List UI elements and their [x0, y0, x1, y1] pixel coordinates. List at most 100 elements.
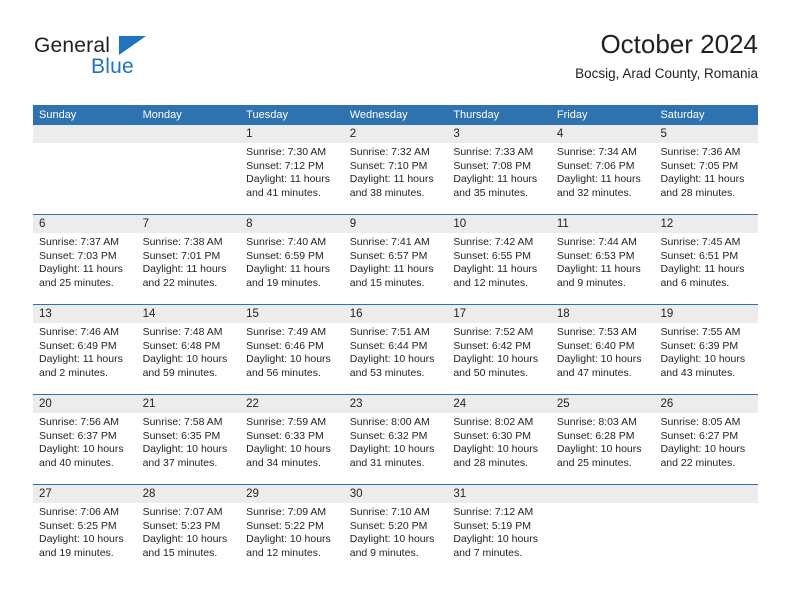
daylight-text-line1: Daylight: 10 hours — [556, 443, 642, 456]
calendar-day-cell[interactable]: 8 Sunrise: 7:40 AM Sunset: 6:59 PM Daylight… — [240, 215, 344, 304]
calendar-day-cell[interactable]: 4 Sunrise: 7:34 AM Sunset: 7:06 PM Daylight… — [550, 125, 655, 214]
calendar-day-cell[interactable]: 23 Sunrise: 8:00 AM Sunset: 6:32 PM Dayligh… — [343, 395, 448, 484]
sunrise-text: Sunrise: 7:38 AM — [142, 236, 223, 248]
calendar-day-cell[interactable]: 31 Sunrise: 7:12 AM Sunset: 5:19 PM Dayligh… — [447, 485, 551, 574]
calendar-day-cell[interactable]: 11 Sunrise: 7:44 AM Sunset: 6:53 PM Dayligh… — [550, 215, 655, 304]
daylight-text-line2: and 47 minutes. — [556, 366, 632, 379]
daylight-text-line1: Daylight: 10 hours — [349, 353, 435, 366]
daylight-text-line2: and 32 minutes. — [556, 186, 632, 199]
weekday-header-wednesday: Wednesday — [349, 109, 408, 121]
weekday-header-thursday: Thursday — [453, 109, 500, 121]
calendar-day-cell[interactable]: 1 Sunrise: 7:30 AM Sunset: 7:12 PM Daylight… — [240, 125, 344, 214]
sunrise-text: Sunrise: 8:02 AM — [453, 416, 534, 428]
calendar-day-cell[interactable]: 19 Sunrise: 7:55 AM Sunset: 6:39 PM Dayligh… — [654, 305, 759, 394]
calendar-day-cell[interactable]: 2 Sunrise: 7:32 AM Sunset: 7:10 PM Daylight… — [343, 125, 448, 214]
daylight-text-line1: Daylight: 10 hours — [453, 353, 538, 366]
sunset-text: Sunset: 6:27 PM — [660, 429, 739, 442]
calendar-day-cell[interactable]: 24 Sunrise: 8:02 AM Sunset: 6:30 PM Dayligh… — [447, 395, 551, 484]
calendar-day-cell[interactable]: 26 Sunrise: 8:05 AM Sunset: 6:27 PM Dayligh… — [654, 395, 759, 484]
sunset-text: Sunset: 7:08 PM — [453, 159, 531, 172]
calendar-day-cell[interactable]: 14 Sunrise: 7:48 AM Sunset: 6:48 PM Dayligh… — [136, 305, 241, 394]
day-number: 12 — [654, 215, 759, 233]
calendar-day-cell-empty — [550, 485, 655, 574]
day-number: 20 — [33, 395, 137, 413]
calendar-day-cell[interactable]: 30 Sunrise: 7:10 AM Sunset: 5:20 PM Dayligh… — [343, 485, 448, 574]
calendar-day-cell[interactable]: 21 Sunrise: 7:58 AM Sunset: 6:35 PM Dayligh… — [136, 395, 241, 484]
day-number: 8 — [240, 215, 344, 233]
day-number: 31 — [447, 485, 551, 503]
calendar-day-cell[interactable]: 9 Sunrise: 7:41 AM Sunset: 6:57 PM Daylight… — [343, 215, 448, 304]
calendar-grid: Sunday Monday Tuesday Wednesday Thursday Frid… — [33, 105, 759, 574]
day-number: 7 — [136, 215, 241, 233]
weekday-header-monday: Monday — [142, 109, 182, 121]
sunset-text: Sunset: 5:22 PM — [246, 519, 324, 532]
sunset-text: Sunset: 6:37 PM — [39, 429, 117, 442]
sunrise-text: Sunrise: 7:36 AM — [660, 146, 741, 158]
sunset-text: Sunset: 6:30 PM — [453, 429, 531, 442]
daylight-text-line1: Daylight: 11 hours — [39, 263, 123, 276]
day-details: Sunrise: 7:49 AM Sunset: 6:46 PM Daylight:… — [240, 323, 344, 380]
calendar-day-cell[interactable]: 16 Sunrise: 7:51 AM Sunset: 6:44 PM Dayligh… — [343, 305, 448, 394]
calendar-day-cell[interactable]: 29 Sunrise: 7:09 AM Sunset: 5:22 PM Dayligh… — [240, 485, 344, 574]
calendar-day-cell[interactable]: 10 Sunrise: 7:42 AM Sunset: 6:55 PM Dayligh… — [447, 215, 551, 304]
calendar-day-cell[interactable]: 20 Sunrise: 7:56 AM Sunset: 6:37 PM Dayligh… — [33, 395, 137, 484]
sunrise-text: Sunrise: 7:07 AM — [142, 506, 223, 518]
calendar-page: General Blue October 2024 Bocsig, Arad C… — [0, 0, 792, 612]
sunrise-text: Sunrise: 7:10 AM — [349, 506, 430, 518]
daylight-text-line1: Daylight: 11 hours — [453, 263, 538, 276]
calendar-day-cell[interactable]: 7 Sunrise: 7:38 AM Sunset: 7:01 PM Daylight… — [136, 215, 241, 304]
sunrise-text: Sunrise: 7:06 AM — [39, 506, 119, 518]
daylight-text-line2: and 25 minutes. — [556, 456, 632, 469]
day-number: 25 — [550, 395, 655, 413]
general-blue-logo[interactable]: General Blue — [34, 34, 214, 88]
day-number: 29 — [240, 485, 344, 503]
sunset-text: Sunset: 5:25 PM — [39, 519, 117, 532]
calendar-day-cell[interactable]: 3 Sunrise: 7:33 AM Sunset: 7:08 PM Daylight… — [447, 125, 551, 214]
day-details: Sunrise: 8:05 AM Sunset: 6:27 PM Daylight:… — [654, 413, 758, 470]
daylight-text-line1: Daylight: 10 hours — [349, 533, 435, 546]
day-details: Sunrise: 7:55 AM Sunset: 6:39 PM Daylight:… — [654, 323, 758, 380]
calendar-day-cell[interactable]: 18 Sunrise: 7:53 AM Sunset: 6:40 PM Dayligh… — [550, 305, 655, 394]
sunrise-text: Sunrise: 7:42 AM — [453, 236, 534, 248]
calendar-day-cell[interactable]: 6 Sunrise: 7:37 AM Sunset: 7:03 PM Daylight… — [33, 215, 137, 304]
calendar-day-cell-empty — [654, 485, 759, 574]
daylight-text-line2: and 22 minutes. — [142, 276, 218, 289]
calendar-day-cell[interactable]: 5 Sunrise: 7:36 AM Sunset: 7:05 PM Daylight… — [654, 125, 759, 214]
daylight-text-line2: and 37 minutes. — [142, 456, 218, 469]
daylight-text-line2: and 53 minutes. — [349, 366, 425, 379]
calendar-day-cell[interactable]: 28 Sunrise: 7:07 AM Sunset: 5:23 PM Dayligh… — [136, 485, 241, 574]
day-number — [33, 125, 137, 143]
day-number: 24 — [447, 395, 551, 413]
calendar-day-cell[interactable]: 15 Sunrise: 7:49 AM Sunset: 6:46 PM Dayligh… — [240, 305, 344, 394]
sunset-text: Sunset: 6:51 PM — [660, 249, 739, 262]
daylight-text-line1: Daylight: 10 hours — [246, 443, 331, 456]
calendar-day-cell[interactable]: 17 Sunrise: 7:52 AM Sunset: 6:42 PM Dayligh… — [447, 305, 551, 394]
daylight-text-line2: and 12 minutes. — [453, 276, 529, 289]
sunset-text: Sunset: 5:19 PM — [453, 519, 531, 532]
calendar-day-cell[interactable]: 12 Sunrise: 7:45 AM Sunset: 6:51 PM Dayligh… — [654, 215, 759, 304]
sunset-text: Sunset: 6:55 PM — [453, 249, 531, 262]
sunrise-text: Sunrise: 7:44 AM — [556, 236, 637, 248]
day-number — [550, 485, 655, 503]
day-details: Sunrise: 7:06 AM Sunset: 5:25 PM Daylight:… — [33, 503, 137, 560]
calendar-day-cell[interactable]: 22 Sunrise: 7:59 AM Sunset: 6:33 PM Dayligh… — [240, 395, 344, 484]
calendar-day-cell[interactable]: 13 Sunrise: 7:46 AM Sunset: 6:49 PM Dayligh… — [33, 305, 137, 394]
weekday-header-sunday: Sunday — [39, 109, 77, 121]
calendar-week-row: 27 Sunrise: 7:06 AM Sunset: 5:25 PM Dayligh… — [33, 484, 759, 574]
calendar-day-cell[interactable]: 27 Sunrise: 7:06 AM Sunset: 5:25 PM Dayligh… — [33, 485, 137, 574]
day-details: Sunrise: 7:51 AM Sunset: 6:44 PM Daylight:… — [344, 323, 448, 380]
daylight-text-line2: and 9 minutes. — [349, 546, 419, 559]
day-details: Sunrise: 7:44 AM Sunset: 6:53 PM Daylight:… — [551, 233, 655, 290]
day-details: Sunrise: 7:45 AM Sunset: 6:51 PM Daylight:… — [654, 233, 758, 290]
day-details: Sunrise: 7:56 AM Sunset: 6:37 PM Daylight:… — [33, 413, 137, 470]
calendar-day-cell[interactable]: 25 Sunrise: 8:03 AM Sunset: 6:28 PM Dayligh… — [550, 395, 655, 484]
day-number — [136, 125, 241, 143]
day-details: Sunrise: 8:00 AM Sunset: 6:32 PM Daylight:… — [344, 413, 448, 470]
sunrise-text: Sunrise: 7:51 AM — [349, 326, 430, 338]
day-number: 22 — [240, 395, 344, 413]
day-number: 17 — [447, 305, 551, 323]
sunrise-text: Sunrise: 7:52 AM — [453, 326, 534, 338]
daylight-text-line2: and 19 minutes. — [39, 546, 114, 559]
sunrise-text: Sunrise: 8:03 AM — [556, 416, 637, 428]
day-number: 27 — [33, 485, 137, 503]
